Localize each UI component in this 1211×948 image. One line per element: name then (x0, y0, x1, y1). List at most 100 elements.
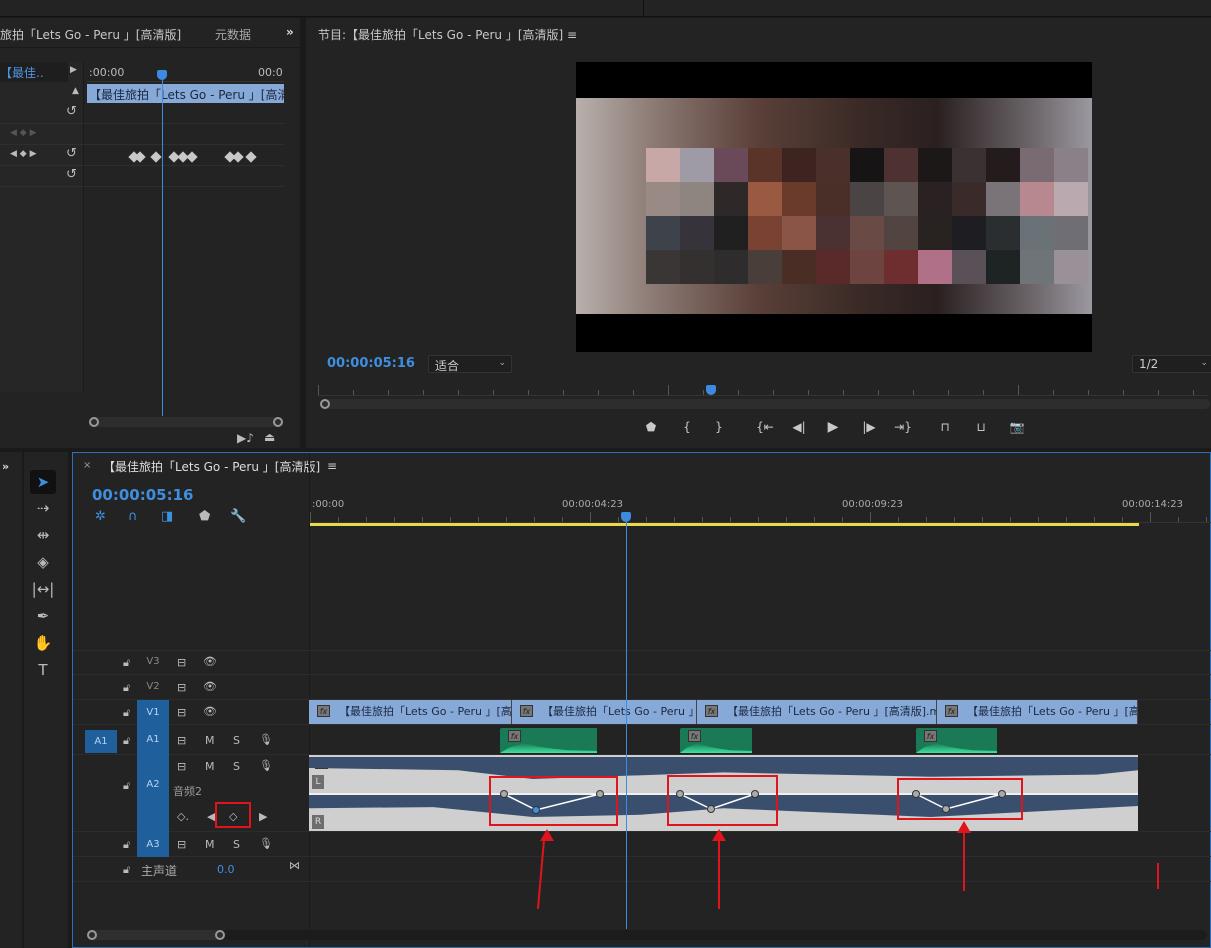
program-monitor-tab[interactable]: 节目:【最佳旅拍「Lets Go - Peru 」[高清版] ≡ (318, 26, 577, 43)
go-to-out-button[interactable]: ⇥} (894, 420, 912, 434)
reset-icon[interactable]: ↺ (66, 104, 77, 119)
fit-select[interactable]: 适合 ⌄ (428, 355, 512, 373)
keyframe-nav-icon[interactable]: ◀ ◆ ▶ (10, 149, 37, 159)
sync-lock-icon[interactable]: ⊟ (177, 838, 186, 851)
microphone-icon[interactable]: 🎙︎ (259, 837, 273, 850)
solo-button[interactable]: S (233, 838, 240, 851)
scroll-handle-right[interactable] (215, 930, 225, 940)
eye-icon[interactable]: 👁︎ (203, 680, 217, 693)
solo-button[interactable]: S (233, 734, 240, 747)
program-timecode[interactable]: 00:00:05:16 (327, 356, 415, 371)
panel-menu-icon[interactable]: ≡ (567, 28, 577, 42)
pen-tool-icon[interactable]: ✒ (30, 604, 56, 628)
video-clip[interactable]: fx 【最佳旅拍「Lets Go - Peru 」[高清版 (309, 700, 512, 724)
lift-button[interactable]: ⊓ (936, 420, 954, 434)
more-panels-icon[interactable]: » (2, 460, 9, 473)
track-target-a3[interactable]: A3 (137, 832, 169, 857)
more-panels-icon[interactable]: » (286, 25, 294, 39)
video-clip[interactable]: fx 【最佳旅拍「Lets Go - Peru 」[高清 (937, 700, 1138, 724)
lock-icon[interactable]: 🔓︎ (123, 656, 130, 670)
track-target-v1[interactable]: V1 (137, 700, 169, 725)
timeline-scrollbar[interactable] (87, 930, 1207, 940)
mark-in-button[interactable]: { (678, 420, 696, 434)
scroll-handle-right[interactable] (273, 417, 283, 427)
source-patch-a1[interactable]: A1 (85, 730, 117, 753)
program-ruler[interactable] (318, 384, 1208, 396)
program-playhead[interactable] (706, 385, 716, 395)
track-target-v3[interactable]: V3 (137, 656, 169, 667)
ec-playhead[interactable] (157, 70, 167, 80)
go-to-edge-icon[interactable]: ⋈ (289, 859, 300, 872)
scroll-handle-left[interactable] (89, 417, 99, 427)
type-tool-icon[interactable]: T (30, 658, 56, 682)
go-to-in-button[interactable]: {⇤ (756, 420, 774, 434)
track-target-v2[interactable]: V2 (137, 681, 169, 692)
lock-icon[interactable]: 🔓︎ (123, 706, 130, 720)
nest-icon[interactable]: ✲ (95, 509, 106, 524)
sync-lock-icon[interactable]: ⊟ (177, 734, 186, 747)
scroll-thumb[interactable] (87, 930, 223, 940)
eye-icon[interactable]: 👁︎ (203, 655, 217, 668)
program-scrollbar[interactable] (320, 399, 1210, 409)
video-clip[interactable]: fx 【最佳旅拍「Lets Go - Peru 」[高 (512, 700, 697, 724)
export-icon[interactable]: ⏏ (264, 430, 275, 444)
collapse-icon[interactable]: ▲ (72, 86, 79, 96)
timeline-ruler[interactable] (310, 511, 1211, 523)
master-volume-value[interactable]: 0.0 (217, 863, 235, 876)
settings-wrench-icon[interactable]: 🔧 (230, 509, 246, 524)
track-target-a2[interactable]: A2 (137, 755, 169, 832)
sync-lock-icon[interactable]: ⊟ (177, 760, 186, 773)
sequence-tab[interactable]: 【最佳旅拍「Lets Go - Peru 」[高清版] (103, 458, 320, 475)
slip-tool-icon[interactable]: |↔| (30, 577, 56, 601)
mute-button[interactable]: M (205, 760, 215, 773)
reset-icon[interactable]: ↺ (66, 146, 77, 161)
sync-lock-icon[interactable]: ⊟ (177, 656, 186, 669)
clip-name[interactable]: 【最佳.. (0, 62, 68, 82)
lock-icon[interactable]: 🔓︎ (123, 863, 130, 877)
reset-icon[interactable]: ↺ (66, 167, 77, 182)
razor-tool-icon[interactable]: ◈ (30, 550, 56, 574)
step-forward-button[interactable]: |▶ (860, 420, 878, 434)
step-back-button[interactable]: ◀| (790, 420, 808, 434)
next-keyframe-icon[interactable]: ▶ (259, 810, 267, 823)
keyframe-menu-icon[interactable]: ◇. (177, 810, 189, 823)
scroll-handle-left[interactable] (320, 399, 330, 409)
keyframe-nav-icon[interactable]: ◀ ◆ ▶ (10, 128, 37, 138)
lock-icon[interactable]: 🔓︎ (123, 681, 130, 695)
add-marker-icon[interactable]: ⬟ (199, 509, 210, 524)
linked-selection-icon[interactable]: ◨ (161, 509, 173, 524)
mute-button[interactable]: M (205, 838, 215, 851)
lock-icon[interactable]: 🔓︎ (123, 838, 130, 852)
selection-tool-icon[interactable]: ➤ (30, 470, 56, 494)
scroll-handle-left[interactable] (87, 930, 97, 940)
close-icon[interactable]: × (83, 460, 91, 471)
play-audio-icon[interactable]: ▶♪ (237, 431, 254, 445)
effect-controls-tab[interactable]: 旅拍「Lets Go - Peru 」[高清版] (0, 26, 181, 43)
hand-tool-icon[interactable]: ✋ (30, 631, 56, 655)
work-area-bar[interactable] (310, 523, 1139, 526)
audio-clip[interactable]: fx (680, 728, 752, 753)
sync-lock-icon[interactable]: ⊟ (177, 681, 186, 694)
sync-lock-icon[interactable]: ⊟ (177, 706, 186, 719)
mute-button[interactable]: M (205, 734, 215, 747)
video-clip[interactable]: fx 【最佳旅拍「Lets Go - Peru 」[高清版].mp4 (697, 700, 937, 724)
microphone-icon[interactable]: 🎙︎ (259, 733, 273, 746)
microphone-icon[interactable]: 🎙︎ (259, 759, 273, 772)
snap-icon[interactable]: ∩ (128, 509, 138, 524)
export-frame-button[interactable]: 📷 (1008, 420, 1026, 434)
timeline-playhead[interactable] (621, 512, 631, 522)
timeline-timecode[interactable]: 00:00:05:16 (92, 486, 194, 504)
lock-icon[interactable]: 🔓︎ (123, 734, 130, 748)
add-marker-button[interactable]: ⬟ (642, 420, 660, 434)
track-target-a1[interactable]: A1 (137, 725, 169, 755)
audio-clip[interactable]: fx (916, 728, 997, 753)
eye-icon[interactable]: 👁︎ (203, 705, 217, 718)
solo-button[interactable]: S (233, 760, 240, 773)
ripple-edit-tool-icon[interactable]: ⇹ (30, 523, 56, 547)
play-only-icon[interactable]: ▶ (70, 65, 77, 75)
metadata-tab[interactable]: 元数据 (215, 26, 251, 43)
audio-clip[interactable]: fx (500, 728, 597, 753)
track-select-tool-icon[interactable]: ⇢ (30, 496, 56, 520)
mark-out-button[interactable]: } (710, 420, 728, 434)
video-preview[interactable] (576, 62, 1092, 352)
